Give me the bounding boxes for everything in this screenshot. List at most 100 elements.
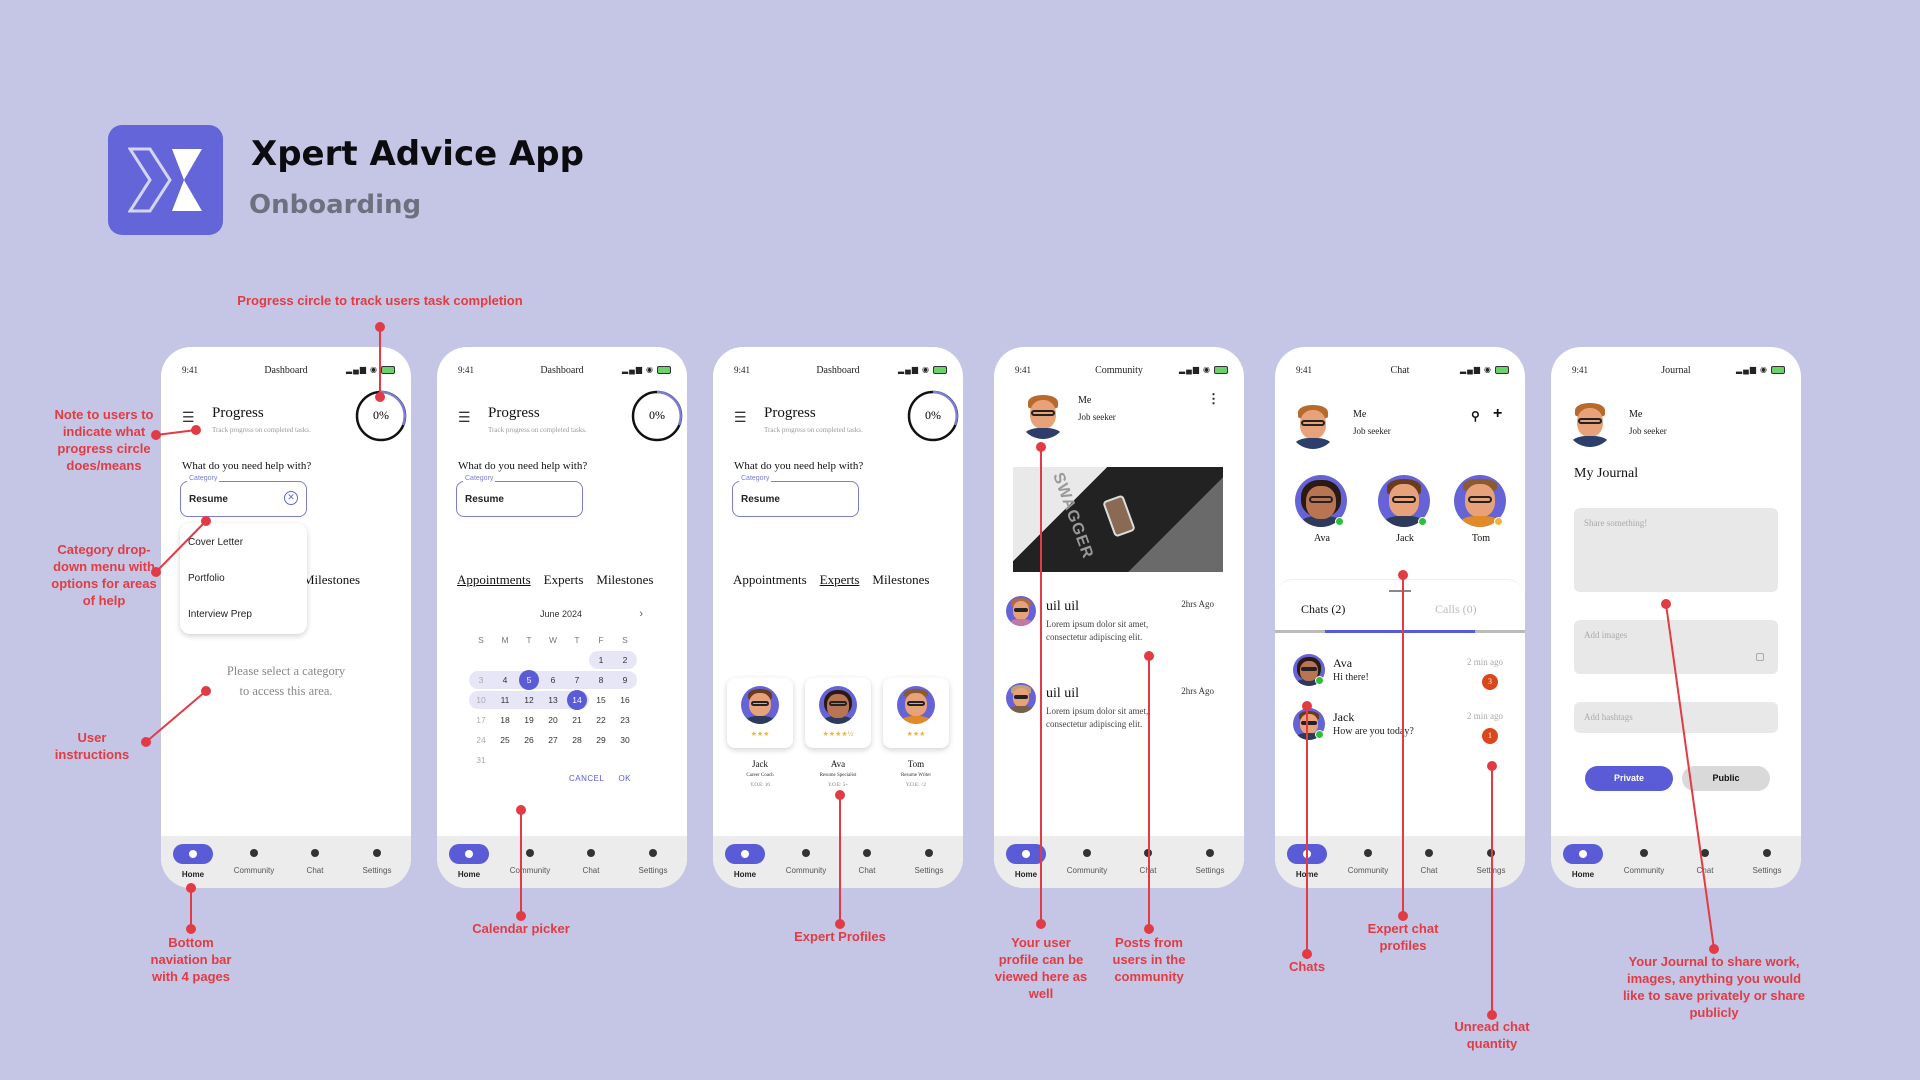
- category-input[interactable]: Category Resume ✕: [180, 475, 307, 517]
- calendar-day[interactable]: 10: [469, 691, 493, 709]
- weekday-label: F: [598, 635, 604, 645]
- dropdown-option[interactable]: Portfolio: [188, 573, 225, 584]
- add-image-icon[interactable]: [1756, 653, 1764, 661]
- calendar-day[interactable]: 29: [589, 731, 613, 749]
- calendar-day[interactable]: 8: [589, 671, 613, 689]
- nav-home[interactable]: Home: [1553, 844, 1613, 879]
- nav-community[interactable]: Community: [224, 844, 284, 875]
- nav-home[interactable]: Home: [715, 844, 775, 879]
- journal-images-input[interactable]: Add images: [1574, 620, 1778, 674]
- nav-settings[interactable]: Settings: [1461, 844, 1521, 875]
- expert-card[interactable]: ★★★★½: [805, 678, 871, 748]
- nav-settings[interactable]: Settings: [347, 844, 407, 875]
- calendar-day[interactable]: 17: [469, 711, 493, 729]
- nav-community[interactable]: Community: [500, 844, 560, 875]
- calendar-ok-button[interactable]: OK: [618, 774, 631, 783]
- clear-icon[interactable]: ✕: [284, 491, 298, 505]
- tab-experts[interactable]: Experts: [544, 572, 584, 587]
- chevron-right-icon[interactable]: ›: [639, 608, 643, 620]
- tab-appointments[interactable]: Appointments: [733, 572, 807, 587]
- calendar-day[interactable]: 12: [517, 691, 541, 709]
- calendar-day[interactable]: 25: [493, 731, 517, 749]
- calendar-day[interactable]: 23: [613, 711, 637, 729]
- tab-experts[interactable]: Experts: [820, 572, 860, 587]
- contact-ava[interactable]: Ava: [1295, 475, 1349, 544]
- nav-chat[interactable]: Chat: [1675, 844, 1735, 875]
- nav-chat[interactable]: Chat: [561, 844, 621, 875]
- nav-chat[interactable]: Chat: [1399, 844, 1459, 875]
- nav-settings[interactable]: Settings: [899, 844, 959, 875]
- tab-milestones[interactable]: Milestones: [303, 572, 360, 587]
- tabs: Appointments Experts Milestones: [457, 572, 666, 588]
- category-input[interactable]: Category Resume: [732, 475, 859, 517]
- nav-settings[interactable]: Settings: [1180, 844, 1240, 875]
- nav-settings[interactable]: Settings: [1737, 844, 1797, 875]
- calendar-day[interactable]: 31: [469, 751, 493, 769]
- nav-chat[interactable]: Chat: [837, 844, 897, 875]
- journal-hashtags-input[interactable]: Add hashtags: [1574, 702, 1778, 733]
- dropdown-option[interactable]: Interview Prep: [188, 609, 252, 620]
- nav-chat[interactable]: Chat: [285, 844, 345, 875]
- chat-thread[interactable]: Ava Hi there! 2 min ago 3: [1293, 654, 1513, 690]
- expert-card[interactable]: ★★★: [727, 678, 793, 748]
- tab-appointments[interactable]: Appointments: [457, 572, 531, 587]
- nav-home[interactable]: Home: [163, 844, 223, 879]
- nav-community[interactable]: Community: [1057, 844, 1117, 875]
- status-bar: 9:41 Journal ▂▄▆ ◉: [1551, 365, 1801, 379]
- tab-chats[interactable]: Chats (2): [1301, 602, 1345, 617]
- calendar-day[interactable]: 7: [565, 671, 589, 689]
- nav-home[interactable]: Home: [439, 844, 499, 879]
- dropdown-option[interactable]: Cover Letter: [188, 537, 243, 548]
- menu-icon[interactable]: ☰: [458, 409, 471, 426]
- menu-icon[interactable]: ☰: [182, 409, 195, 426]
- contact-jack[interactable]: Jack: [1378, 475, 1432, 544]
- calendar-day[interactable]: 9: [613, 671, 637, 689]
- nav-chat[interactable]: Chat: [1118, 844, 1178, 875]
- progress-circle: 0%: [630, 389, 684, 443]
- menu-icon[interactable]: ☰: [734, 409, 747, 426]
- calendar-day[interactable]: 27: [541, 731, 565, 749]
- calendar-day[interactable]: 16: [613, 691, 637, 709]
- nav-home[interactable]: Home: [1277, 844, 1337, 879]
- calendar-day[interactable]: 26: [517, 731, 541, 749]
- private-button[interactable]: Private: [1585, 766, 1673, 791]
- calendar-day-selected[interactable]: 5: [519, 670, 539, 690]
- tab-milestones[interactable]: Milestones: [872, 572, 929, 587]
- calendar-day[interactable]: 22: [589, 711, 613, 729]
- more-vertical-icon[interactable]: ⋮: [1207, 391, 1220, 407]
- calendar-day[interactable]: 30: [613, 731, 637, 749]
- calendar-day[interactable]: 2: [613, 651, 637, 669]
- calendar-day[interactable]: 24: [469, 731, 493, 749]
- chat-thread[interactable]: Jack How are you today? 2 min ago 1: [1293, 708, 1513, 744]
- nav-community[interactable]: Community: [1614, 844, 1674, 875]
- calendar-day[interactable]: 4: [493, 671, 517, 689]
- calendar-cancel-button[interactable]: CANCEL: [569, 774, 604, 783]
- drag-handle[interactable]: [1389, 590, 1411, 592]
- plus-icon[interactable]: +: [1493, 405, 1502, 423]
- nav-settings[interactable]: Settings: [623, 844, 683, 875]
- calendar-day[interactable]: 11: [493, 691, 517, 709]
- search-icon[interactable]: ⚲: [1471, 409, 1480, 423]
- expert-card[interactable]: ★★★: [883, 678, 949, 748]
- calendar-day[interactable]: 28: [565, 731, 589, 749]
- nav-community[interactable]: Community: [1338, 844, 1398, 875]
- tab-calls[interactable]: Calls (0): [1435, 602, 1477, 617]
- public-button[interactable]: Public: [1682, 766, 1770, 791]
- calendar-day[interactable]: 21: [565, 711, 589, 729]
- journal-share-input[interactable]: Share something!: [1574, 508, 1778, 592]
- category-input[interactable]: Category Resume: [456, 475, 583, 517]
- tab-milestones[interactable]: Milestones: [596, 572, 653, 587]
- contact-tom[interactable]: Tom: [1454, 475, 1508, 544]
- nav-community[interactable]: Community: [776, 844, 836, 875]
- nav-home[interactable]: Home: [996, 844, 1056, 879]
- calendar-day[interactable]: 13: [541, 691, 565, 709]
- calendar-day[interactable]: 19: [517, 711, 541, 729]
- calendar-day[interactable]: 1: [589, 651, 613, 669]
- calendar-day[interactable]: 3: [469, 671, 493, 689]
- calendar-day[interactable]: 15: [589, 691, 613, 709]
- calendar-day[interactable]: 18: [493, 711, 517, 729]
- calendar-day-selected[interactable]: 14: [567, 690, 587, 710]
- calendar-day[interactable]: 6: [541, 671, 565, 689]
- calendar-day[interactable]: 20: [541, 711, 565, 729]
- signal-icon: ▂▄▆: [1460, 365, 1482, 374]
